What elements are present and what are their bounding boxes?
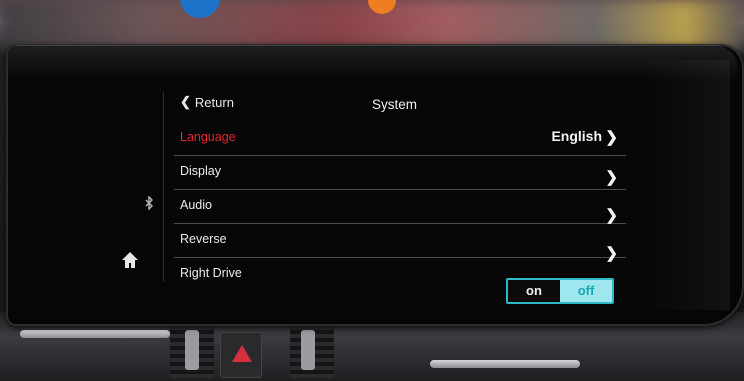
language-value: English [551, 128, 602, 144]
chevron-right-icon: ❯ [605, 207, 618, 224]
bluetooth-icon [144, 195, 154, 211]
menu-item-audio[interactable]: Audio ❯ [174, 190, 626, 224]
chevron-left-icon: ❮ [180, 94, 191, 109]
page-title: System [372, 97, 418, 112]
hazard-icon [232, 345, 252, 362]
trim-left [20, 330, 170, 338]
menu-item-language[interactable]: Language English ❯ [174, 122, 626, 156]
screen-reflection [8, 45, 738, 81]
menu-item-label: Right Drive [180, 266, 242, 280]
right-drive-toggle[interactable]: on off [506, 278, 614, 304]
return-button[interactable]: ❮ Return [180, 94, 234, 110]
chevron-right-icon: ❯ [605, 129, 618, 146]
chevron-right-icon: ❯ [605, 169, 618, 186]
menu-item-label: Audio [180, 198, 212, 212]
toggle-on-option[interactable]: on [508, 280, 560, 302]
menu-item-label: Reverse [180, 232, 227, 246]
menu-item-label: Language [180, 130, 236, 144]
vent-slider-left[interactable] [185, 330, 199, 370]
return-label: Return [194, 94, 234, 110]
screen-glare [640, 60, 730, 310]
menu-item-display[interactable]: Display ❯ [174, 156, 626, 190]
menu-item-reverse[interactable]: Reverse ❯ [174, 224, 626, 262]
home-icon[interactable] [120, 250, 140, 270]
trim-right [430, 360, 580, 368]
menu-item-label: Display [180, 164, 221, 178]
vent-slider-right[interactable] [301, 330, 315, 370]
toggle-off-option[interactable]: off [560, 280, 612, 302]
